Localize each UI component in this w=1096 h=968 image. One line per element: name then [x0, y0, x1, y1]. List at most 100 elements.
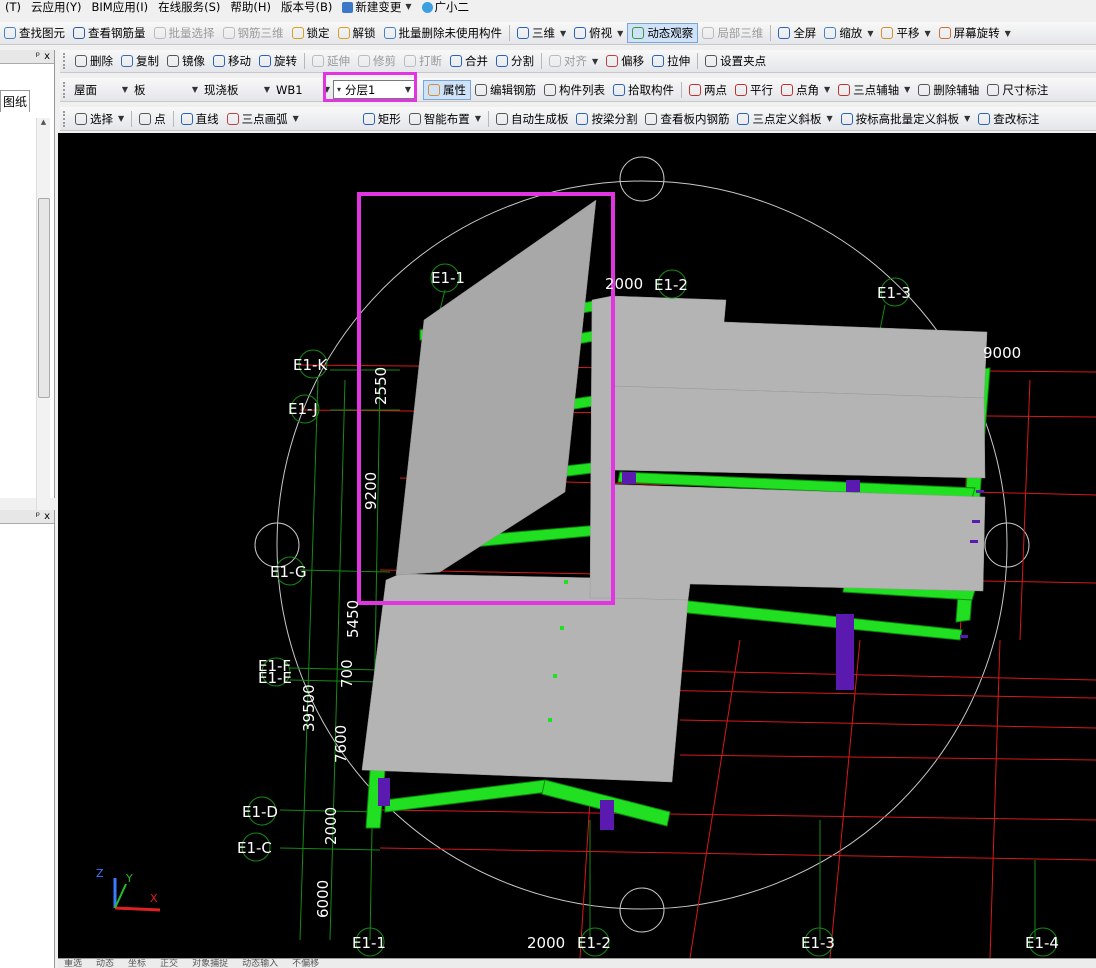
rebar-qty-button[interactable]: 查看钢筋量: [69, 23, 150, 43]
axis-label: E1-1: [431, 269, 465, 287]
grip-point-button[interactable]: 设置夹点: [701, 51, 770, 71]
stretch-button[interactable]: 拉伸: [648, 51, 694, 71]
lock-button[interactable]: 锁定: [288, 23, 334, 43]
point-label: 点: [154, 111, 166, 126]
select-arrow-button[interactable]: 选择 ▼: [71, 109, 128, 129]
pan-icon: [881, 27, 894, 39]
model-canvas[interactable]: E1-1 E1-2 E1-3 E1-K E1-J E1-G E1-F E1-E …: [58, 133, 1096, 958]
auto-slab-button[interactable]: 自动生成板: [492, 109, 573, 129]
arc-button[interactable]: 三点画弧 ▼: [223, 109, 303, 129]
pin-icon[interactable]: ᵖ: [36, 511, 40, 522]
dimension-label: 2000: [527, 934, 565, 952]
merge-button[interactable]: 合并: [446, 51, 492, 71]
status-item[interactable]: 动态输入: [242, 959, 278, 968]
offset-button[interactable]: 偏移: [602, 51, 648, 71]
find-button[interactable]: 查找图元: [0, 23, 69, 43]
break-button[interactable]: 打断: [400, 51, 446, 71]
move-button[interactable]: 移动: [209, 51, 255, 71]
panel-scrollbar[interactable]: ▲ ▼: [36, 118, 50, 546]
rotate-button[interactable]: 旋转: [255, 51, 301, 71]
scroll-up-icon[interactable]: ▲: [37, 118, 50, 126]
pan-button[interactable]: 平移 ▼: [877, 23, 934, 43]
delete-button[interactable]: 删除: [71, 51, 117, 71]
split-button[interactable]: 分割: [492, 51, 538, 71]
local-3d-button[interactable]: 局部三维: [698, 23, 767, 43]
dimension-button[interactable]: 尺寸标注: [983, 80, 1052, 100]
menu-item-new-change[interactable]: 新建变更 ▼: [337, 0, 416, 14]
fullscreen-button[interactable]: 全屏: [774, 23, 820, 43]
status-item[interactable]: 对象捕捉: [192, 959, 228, 968]
status-item[interactable]: 正交: [160, 959, 178, 968]
top-view-button[interactable]: 俯视 ▼: [570, 23, 627, 43]
component-list-button[interactable]: 构件列表: [540, 80, 609, 100]
align-button[interactable]: 对齐 ▼: [545, 51, 602, 71]
rectangle-icon: [362, 112, 375, 125]
copy-button[interactable]: 复制: [117, 51, 163, 71]
pin-icon[interactable]: ᵖ: [36, 51, 40, 62]
unlock-button[interactable]: 解锁: [334, 23, 380, 43]
component-select[interactable]: WB1 ▼: [273, 80, 333, 99]
type-select[interactable]: 现浇板 ▼: [201, 80, 273, 99]
line-button[interactable]: 直线: [177, 109, 223, 129]
rectangle-button[interactable]: 矩形: [359, 109, 405, 129]
category-select[interactable]: 板 ▼: [131, 80, 201, 99]
cube-3d-button[interactable]: 三维 ▼: [513, 23, 570, 43]
split-by-beam-button[interactable]: 按梁分割: [572, 109, 641, 129]
orbit-button[interactable]: 动态观察: [627, 23, 699, 43]
toolbar-grip[interactable]: [63, 53, 68, 69]
batch-slope-button[interactable]: 按标高批量定义斜板 ▼: [837, 109, 975, 129]
mirror-button[interactable]: 镜像: [163, 51, 209, 71]
delete-axis-button[interactable]: 删除辅轴: [914, 80, 983, 100]
extend-button[interactable]: 延伸: [308, 51, 354, 71]
rebar-3d-button[interactable]: 钢筋三维: [219, 23, 288, 43]
status-item[interactable]: 不偏移: [292, 959, 319, 968]
arc-icon: [226, 112, 239, 125]
chevron-down-icon: ▼: [323, 85, 330, 94]
point-angle-button[interactable]: 点角 ▼: [777, 80, 834, 100]
tab-drawing[interactable]: 图纸: [0, 90, 30, 112]
point-button[interactable]: 点: [135, 109, 170, 129]
layer-select[interactable]: ▾ 分层1 ▼: [333, 80, 415, 99]
properties-button[interactable]: 属性: [423, 79, 471, 100]
toolbar-grip[interactable]: [63, 110, 68, 127]
view-slab-rebar-button[interactable]: 查看板内钢筋: [641, 109, 733, 129]
column: [846, 480, 860, 492]
status-item[interactable]: 动态: [96, 959, 114, 968]
pick-component-button[interactable]: 拾取构件: [609, 80, 678, 100]
menu-item-assistant[interactable]: 广小二: [417, 0, 475, 14]
axis-label: E1-E: [258, 669, 292, 687]
fullscreen-label: 全屏: [793, 26, 817, 40]
two-point-button[interactable]: 两点: [685, 80, 731, 100]
edit-rebar-label: 编辑钢筋: [490, 82, 536, 97]
three-point-axis-button[interactable]: 三点辅轴 ▼: [834, 80, 914, 100]
menu-item-t[interactable]: (T): [0, 0, 26, 14]
gizmo-z: Z: [96, 867, 104, 880]
batch-delete-button[interactable]: 批量删除未使用构件: [380, 23, 507, 43]
three-point-slope-button[interactable]: 三点定义斜板 ▼: [733, 109, 836, 129]
menu-item-help[interactable]: 帮助(H): [225, 0, 276, 14]
parallel-button[interactable]: 平行: [731, 80, 777, 100]
floor-select[interactable]: 屋面 ▼: [71, 80, 131, 99]
chevron-down-icon: ▼: [824, 85, 831, 94]
screen-rotate-button[interactable]: 屏幕旋转 ▼: [935, 23, 1015, 43]
close-icon[interactable]: x: [44, 511, 50, 522]
close-icon[interactable]: x: [44, 51, 50, 62]
chevron-down-icon: ▼: [826, 114, 833, 123]
zoom-button[interactable]: 缩放 ▼: [820, 23, 877, 43]
3d-viewport[interactable]: E1-1 E1-2 E1-3 E1-K E1-J E1-G E1-F E1-E …: [58, 133, 1096, 958]
edit-annotation-button[interactable]: 查改标注: [974, 109, 1043, 129]
copy-icon: [121, 55, 133, 67]
edit-rebar-button[interactable]: 编辑钢筋: [471, 80, 540, 100]
menu-item-online[interactable]: 在线服务(S): [153, 0, 225, 14]
auto-slab-icon: [495, 112, 508, 125]
smart-layout-button[interactable]: 智能布置 ▼: [405, 109, 485, 129]
menu-item-bim[interactable]: BIM应用(I): [87, 0, 154, 14]
menu-item-cloud[interactable]: 云应用(Y): [26, 0, 87, 14]
batch-select-button[interactable]: 批量选择: [150, 23, 219, 43]
scrollbar-thumb[interactable]: [38, 198, 50, 398]
trim-button[interactable]: 修剪: [354, 51, 400, 71]
toolbar-grip[interactable]: [63, 81, 68, 98]
status-item[interactable]: 重选: [64, 959, 82, 968]
status-item[interactable]: 坐标: [128, 959, 146, 968]
menu-item-version[interactable]: 版本号(B): [276, 0, 337, 14]
